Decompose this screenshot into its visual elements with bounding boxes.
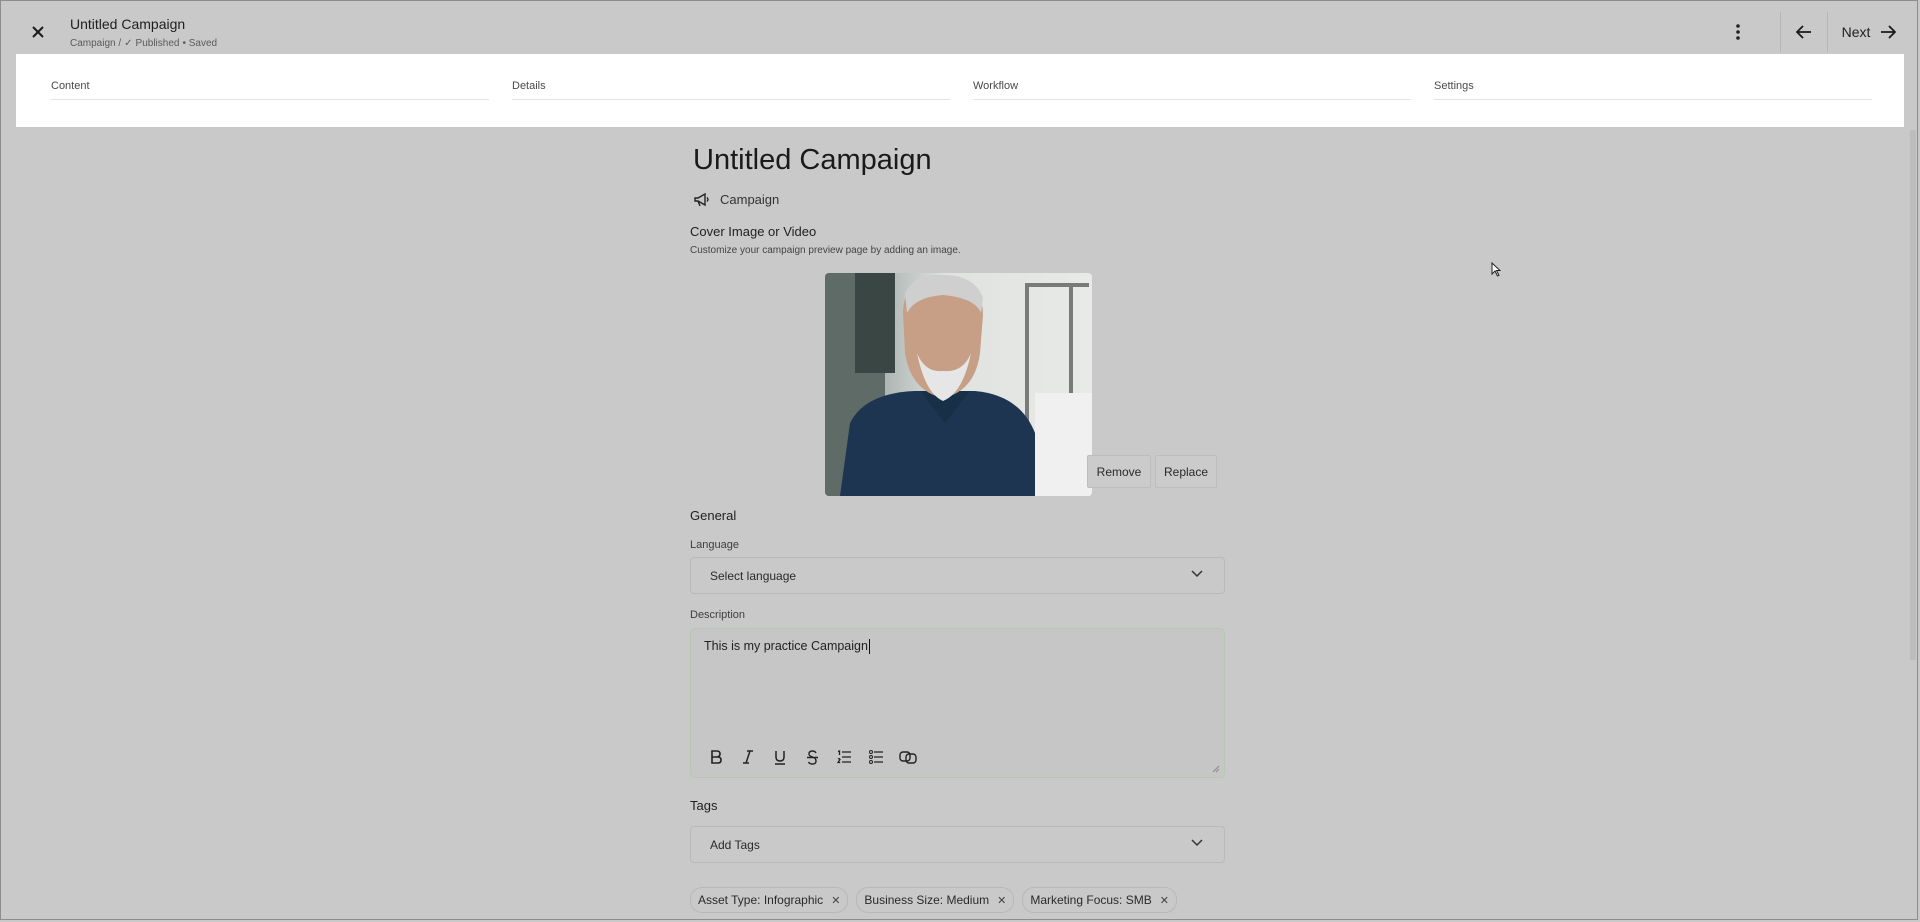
- arrow-right-icon: [1881, 25, 1897, 39]
- next-button[interactable]: Next: [1828, 12, 1910, 52]
- remove-tag-icon[interactable]: ✕: [1160, 894, 1169, 907]
- tags-label: Tags: [690, 798, 718, 813]
- chevron-down-icon: [1191, 570, 1203, 578]
- tab-content[interactable]: Content: [51, 54, 489, 100]
- mouse-cursor-icon: [1491, 262, 1501, 277]
- content-type-label: Campaign: [720, 192, 780, 207]
- checkmark-icon: ✓: [124, 38, 133, 49]
- more-vertical-icon: [1736, 24, 1740, 40]
- document-title-block: Untitled Campaign Campaign / ✓ Published • …: [70, 15, 220, 51]
- description-label: Description: [690, 609, 746, 621]
- language-select[interactable]: Select language: [690, 557, 1225, 594]
- step-tabs: Content Details Workflow Settings: [16, 54, 1904, 127]
- text-caret: [868, 639, 870, 655]
- more-options-button[interactable]: [1724, 18, 1752, 46]
- next-button-label: Next: [1841, 24, 1871, 40]
- cover-section-title: Cover Image or Video: [690, 224, 817, 239]
- link-icon: [899, 751, 917, 764]
- content-type: Campaign: [694, 192, 779, 207]
- tag-chip-label: Asset Type: Infographic: [698, 893, 824, 907]
- tag-chip: Asset Type: Infographic ✕: [690, 887, 849, 913]
- tags-select-placeholder: Add Tags: [710, 837, 760, 852]
- tab-settings[interactable]: Settings: [1434, 54, 1872, 100]
- document-title: Untitled Campaign: [70, 16, 186, 32]
- remove-tag-icon[interactable]: ✕: [831, 894, 840, 907]
- description-text[interactable]: This is my practice Campaign: [704, 639, 870, 655]
- cover-help-text: Customize your campaign preview page by …: [690, 245, 961, 256]
- page-scrollbar[interactable]: [1910, 130, 1916, 660]
- tag-chip-label: Business Size: Medium: [864, 893, 990, 907]
- remove-tag-icon[interactable]: ✕: [997, 894, 1006, 907]
- close-button[interactable]: [24, 18, 52, 46]
- chevron-down-icon: [1191, 839, 1203, 847]
- underline-button[interactable]: [767, 745, 793, 769]
- link-button[interactable]: [895, 745, 921, 769]
- document-status-line: Campaign / ✓ Published • Saved: [70, 37, 220, 51]
- saved-status: • Saved: [182, 38, 218, 49]
- tab-details[interactable]: Details: [512, 54, 950, 100]
- language-label: Language: [690, 539, 739, 551]
- cover-image: [825, 273, 1092, 496]
- close-icon: [32, 26, 44, 38]
- italic-button[interactable]: [735, 745, 761, 769]
- tag-chip-label: Marketing Focus: SMB: [1030, 893, 1152, 907]
- remove-image-button[interactable]: Remove: [1087, 455, 1151, 488]
- selected-tags: Asset Type: Infographic ✕ Business Size:…: [690, 887, 1177, 913]
- resize-handle-icon[interactable]: [1212, 765, 1220, 773]
- numbered-list-icon: [836, 750, 851, 764]
- breadcrumb-type: Campaign /: [70, 38, 122, 49]
- tag-chip: Marketing Focus: SMB ✕: [1022, 887, 1177, 913]
- description-value: This is my practice Campaign: [704, 639, 868, 653]
- megaphone-icon: [694, 192, 709, 206]
- arrow-left-icon: [1796, 25, 1811, 39]
- tag-chip: Business Size: Medium ✕: [856, 887, 1015, 913]
- replace-image-button[interactable]: Replace: [1155, 455, 1217, 488]
- back-button[interactable]: [1780, 12, 1828, 52]
- bullet-list-icon: [868, 750, 883, 764]
- page-title: Untitled Campaign: [693, 144, 932, 176]
- bullet-list-button[interactable]: [863, 745, 889, 769]
- underline-icon: [775, 750, 785, 765]
- bold-button[interactable]: [703, 745, 729, 769]
- language-select-value: Select language: [710, 568, 797, 583]
- italic-icon: [743, 750, 753, 764]
- strikethrough-icon: [806, 749, 818, 765]
- bold-icon: [711, 750, 722, 764]
- numbered-list-button[interactable]: [831, 745, 857, 769]
- top-bar: Untitled Campaign Campaign / ✓ Published • …: [6, 6, 1910, 58]
- formatting-toolbar: [703, 745, 921, 769]
- strikethrough-button[interactable]: [799, 745, 825, 769]
- description-editor[interactable]: This is my practice Campaign: [690, 628, 1225, 778]
- tab-workflow[interactable]: Workflow: [973, 54, 1411, 100]
- general-section-title: General: [690, 508, 737, 523]
- published-status: Published: [135, 38, 180, 49]
- tags-select[interactable]: Add Tags: [690, 826, 1225, 863]
